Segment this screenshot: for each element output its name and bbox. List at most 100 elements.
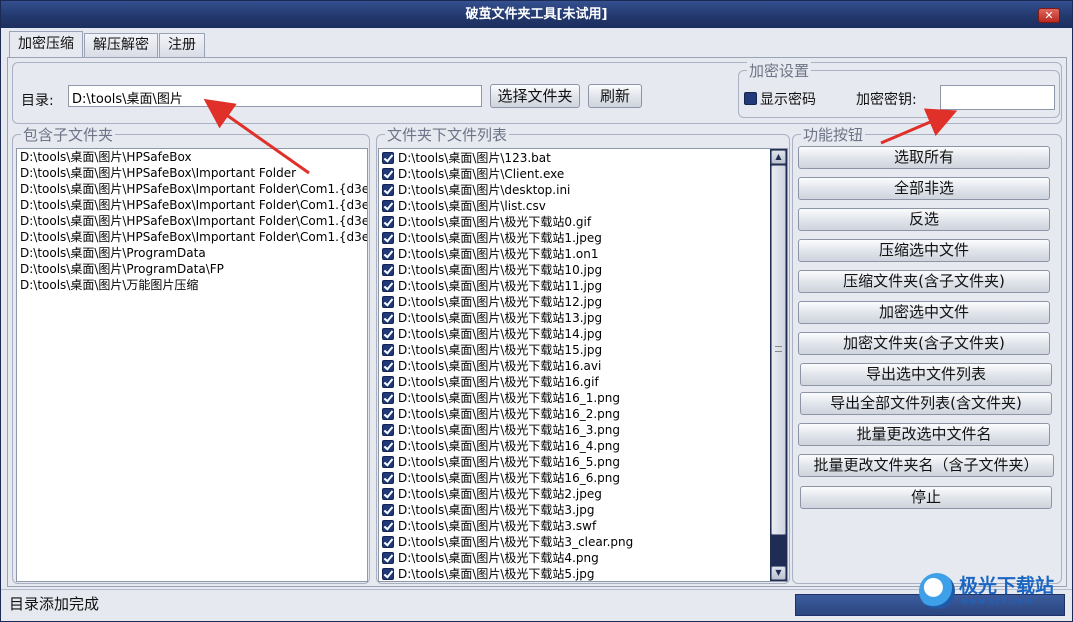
checkbox-checked-icon[interactable] bbox=[382, 328, 394, 340]
subfolder-item[interactable]: D:\tools\桌面\图片\HPSafeBox\Important Folde… bbox=[17, 213, 367, 229]
status-text: 目录添加完成 bbox=[9, 595, 100, 613]
checkbox-checked-icon[interactable] bbox=[382, 296, 394, 308]
function-button-4[interactable]: 压缩选中文件 bbox=[798, 239, 1050, 262]
checkbox-checked-icon[interactable] bbox=[382, 520, 394, 532]
checkbox-checked-icon[interactable] bbox=[382, 376, 394, 388]
file-item[interactable]: D:\tools\桌面\图片\极光下载站12.jpg bbox=[379, 294, 770, 310]
file-item[interactable]: D:\tools\桌面\图片\极光下载站10.jpg bbox=[379, 262, 770, 278]
subfolder-item[interactable]: D:\tools\桌面\图片\HPSafeBox\Important Folde… bbox=[17, 229, 367, 245]
file-item[interactable]: D:\tools\桌面\图片\极光下载站16.gif bbox=[379, 374, 770, 390]
function-button-10[interactable]: 批量更改选中文件名 bbox=[798, 423, 1050, 446]
scroll-down-icon[interactable]: ▼ bbox=[771, 566, 786, 580]
checkbox-checked-icon[interactable] bbox=[382, 568, 394, 580]
file-list-scrollbar[interactable]: ▲ ▼ bbox=[770, 149, 787, 581]
close-button[interactable]: ✕ bbox=[1038, 8, 1060, 23]
function-button-7[interactable]: 加密文件夹(含子文件夹) bbox=[798, 332, 1050, 355]
file-item[interactable]: D:\tools\桌面\图片\极光下载站1.jpeg bbox=[379, 230, 770, 246]
file-path: D:\tools\桌面\图片\极光下载站3_clear.png bbox=[398, 535, 634, 549]
file-item[interactable]: D:\tools\桌面\图片\极光下载站3.jpg bbox=[379, 502, 770, 518]
file-item[interactable]: D:\tools\桌面\图片\极光下载站15.jpg bbox=[379, 342, 770, 358]
tab-register[interactable]: 注册 bbox=[159, 33, 205, 57]
function-button-1[interactable]: 选取所有 bbox=[798, 146, 1050, 169]
subfolder-item[interactable]: D:\tools\桌面\图片\ProgramData\FP bbox=[17, 261, 367, 277]
function-button-11[interactable]: 批量更改文件夹名（含子文件夹） bbox=[798, 454, 1054, 477]
status-bar: 目录添加完成 bbox=[1, 589, 1072, 621]
directory-input[interactable]: D:\tools\桌面\图片 bbox=[68, 85, 482, 107]
file-item[interactable]: D:\tools\桌面\图片\极光下载站14.jpg bbox=[379, 326, 770, 342]
refresh-button[interactable]: 刷新 bbox=[588, 84, 642, 108]
file-item[interactable]: D:\tools\桌面\图片\Client.exe bbox=[379, 166, 770, 182]
file-path: D:\tools\桌面\图片\极光下载站1.on1 bbox=[398, 247, 599, 261]
subfolder-item[interactable]: D:\tools\桌面\图片\HPSafeBox\Important Folde… bbox=[17, 181, 367, 197]
file-item[interactable]: D:\tools\桌面\图片\极光下载站16_2.png bbox=[379, 406, 770, 422]
file-item[interactable]: D:\tools\桌面\图片\极光下载站0.gif bbox=[379, 214, 770, 230]
file-item[interactable]: D:\tools\桌面\图片\desktop.ini bbox=[379, 182, 770, 198]
file-item[interactable]: D:\tools\桌面\图片\极光下载站16_3.png bbox=[379, 422, 770, 438]
checkbox-checked-icon[interactable] bbox=[382, 200, 394, 212]
file-item[interactable]: D:\tools\桌面\图片\极光下载站2.jpeg bbox=[379, 486, 770, 502]
function-button-5[interactable]: 压缩文件夹(含子文件夹) bbox=[798, 270, 1050, 293]
checkbox-checked-icon[interactable] bbox=[382, 344, 394, 356]
checkbox-checked-icon[interactable] bbox=[382, 216, 394, 228]
file-item[interactable]: D:\tools\桌面\图片\极光下载站16_5.png bbox=[379, 454, 770, 470]
tab-panel: 目录: D:\tools\桌面\图片 选择文件夹 刷新 加密设置 显示密码 加密… bbox=[7, 57, 1067, 587]
subfolder-item[interactable]: D:\tools\桌面\图片\HPSafeBox\Important Folde… bbox=[17, 165, 367, 181]
checkbox-checked-icon[interactable] bbox=[382, 424, 394, 436]
subfolder-item[interactable]: D:\tools\桌面\图片\万能图片压缩 bbox=[17, 277, 367, 293]
function-button-3[interactable]: 反选 bbox=[798, 208, 1050, 231]
subfolder-item[interactable]: D:\tools\桌面\图片\ProgramData bbox=[17, 245, 367, 261]
file-item[interactable]: D:\tools\桌面\图片\123.bat bbox=[379, 150, 770, 166]
subfolders-title: 包含子文件夹 bbox=[21, 124, 116, 145]
checkbox-checked-icon[interactable] bbox=[382, 232, 394, 244]
checkbox-checked-icon[interactable] bbox=[382, 472, 394, 484]
checkbox-checked-icon[interactable] bbox=[382, 360, 394, 372]
checkbox-checked-icon[interactable] bbox=[382, 456, 394, 468]
scroll-thumb[interactable] bbox=[771, 165, 786, 535]
checkbox-checked-icon[interactable] bbox=[382, 552, 394, 564]
file-path: D:\tools\桌面\图片\Client.exe bbox=[398, 167, 565, 181]
function-button-2[interactable]: 全部非选 bbox=[798, 177, 1050, 200]
checkbox-checked-icon[interactable] bbox=[382, 264, 394, 276]
file-item[interactable]: D:\tools\桌面\图片\极光下载站1.on1 bbox=[379, 246, 770, 262]
file-item[interactable]: D:\tools\桌面\图片\极光下载站16_4.png bbox=[379, 438, 770, 454]
file-path: D:\tools\桌面\图片\极光下载站5.jpg bbox=[398, 567, 595, 581]
subfolder-item[interactable]: D:\tools\桌面\图片\HPSafeBox\Important Folde… bbox=[17, 197, 367, 213]
checkbox-checked-icon[interactable] bbox=[382, 152, 394, 164]
tab-encrypt-compress[interactable]: 加密压缩 bbox=[9, 31, 83, 58]
subfolder-item[interactable]: D:\tools\桌面\图片\HPSafeBox bbox=[17, 149, 367, 165]
select-folder-button[interactable]: 选择文件夹 bbox=[490, 84, 580, 108]
checkbox-checked-icon[interactable] bbox=[382, 168, 394, 180]
subfolder-list[interactable]: D:\tools\桌面\图片\HPSafeBox D:\tools\桌面\图片\H… bbox=[16, 148, 368, 582]
file-item[interactable]: D:\tools\桌面\图片\极光下载站16.avi bbox=[379, 358, 770, 374]
encrypt-key-input[interactable] bbox=[940, 85, 1055, 110]
watermark-text: 极光下载站 bbox=[959, 575, 1055, 597]
checkbox-checked-icon[interactable] bbox=[382, 440, 394, 452]
file-item[interactable]: D:\tools\桌面\图片\极光下载站3.swf bbox=[379, 518, 770, 534]
file-item[interactable]: D:\tools\桌面\图片\极光下载站11.jpg bbox=[379, 278, 770, 294]
checkbox-checked-icon[interactable] bbox=[382, 504, 394, 516]
file-item[interactable]: D:\tools\桌面\图片\极光下载站5.jpg bbox=[379, 566, 770, 581]
checkbox-checked-icon[interactable] bbox=[382, 488, 394, 500]
file-list[interactable]: D:\tools\桌面\图片\123.bat D:\tools\桌面\图片\Cli… bbox=[378, 148, 788, 582]
scroll-up-icon[interactable]: ▲ bbox=[771, 150, 786, 164]
function-button-8[interactable]: 导出选中文件列表 bbox=[800, 363, 1052, 386]
function-button-12[interactable]: 停止 bbox=[800, 486, 1052, 509]
checkbox-checked-icon[interactable] bbox=[382, 248, 394, 260]
file-item[interactable]: D:\tools\桌面\图片\极光下载站4.png bbox=[379, 550, 770, 566]
directory-label: 目录: bbox=[21, 93, 54, 109]
file-item[interactable]: D:\tools\桌面\图片\极光下载站3_clear.png bbox=[379, 534, 770, 550]
show-password-checkbox[interactable] bbox=[744, 92, 757, 105]
checkbox-checked-icon[interactable] bbox=[382, 312, 394, 324]
checkbox-checked-icon[interactable] bbox=[382, 408, 394, 420]
file-item[interactable]: D:\tools\桌面\图片\list.csv bbox=[379, 198, 770, 214]
function-button-9[interactable]: 导出全部文件列表(含文件夹) bbox=[800, 392, 1052, 415]
tab-decompress-decrypt[interactable]: 解压解密 bbox=[84, 33, 158, 57]
checkbox-checked-icon[interactable] bbox=[382, 536, 394, 548]
file-item[interactable]: D:\tools\桌面\图片\极光下载站16_1.png bbox=[379, 390, 770, 406]
file-item[interactable]: D:\tools\桌面\图片\极光下载站16_6.png bbox=[379, 470, 770, 486]
checkbox-checked-icon[interactable] bbox=[382, 280, 394, 292]
checkbox-checked-icon[interactable] bbox=[382, 184, 394, 196]
checkbox-checked-icon[interactable] bbox=[382, 392, 394, 404]
function-button-6[interactable]: 加密选中文件 bbox=[798, 301, 1050, 324]
file-item[interactable]: D:\tools\桌面\图片\极光下载站13.jpg bbox=[379, 310, 770, 326]
